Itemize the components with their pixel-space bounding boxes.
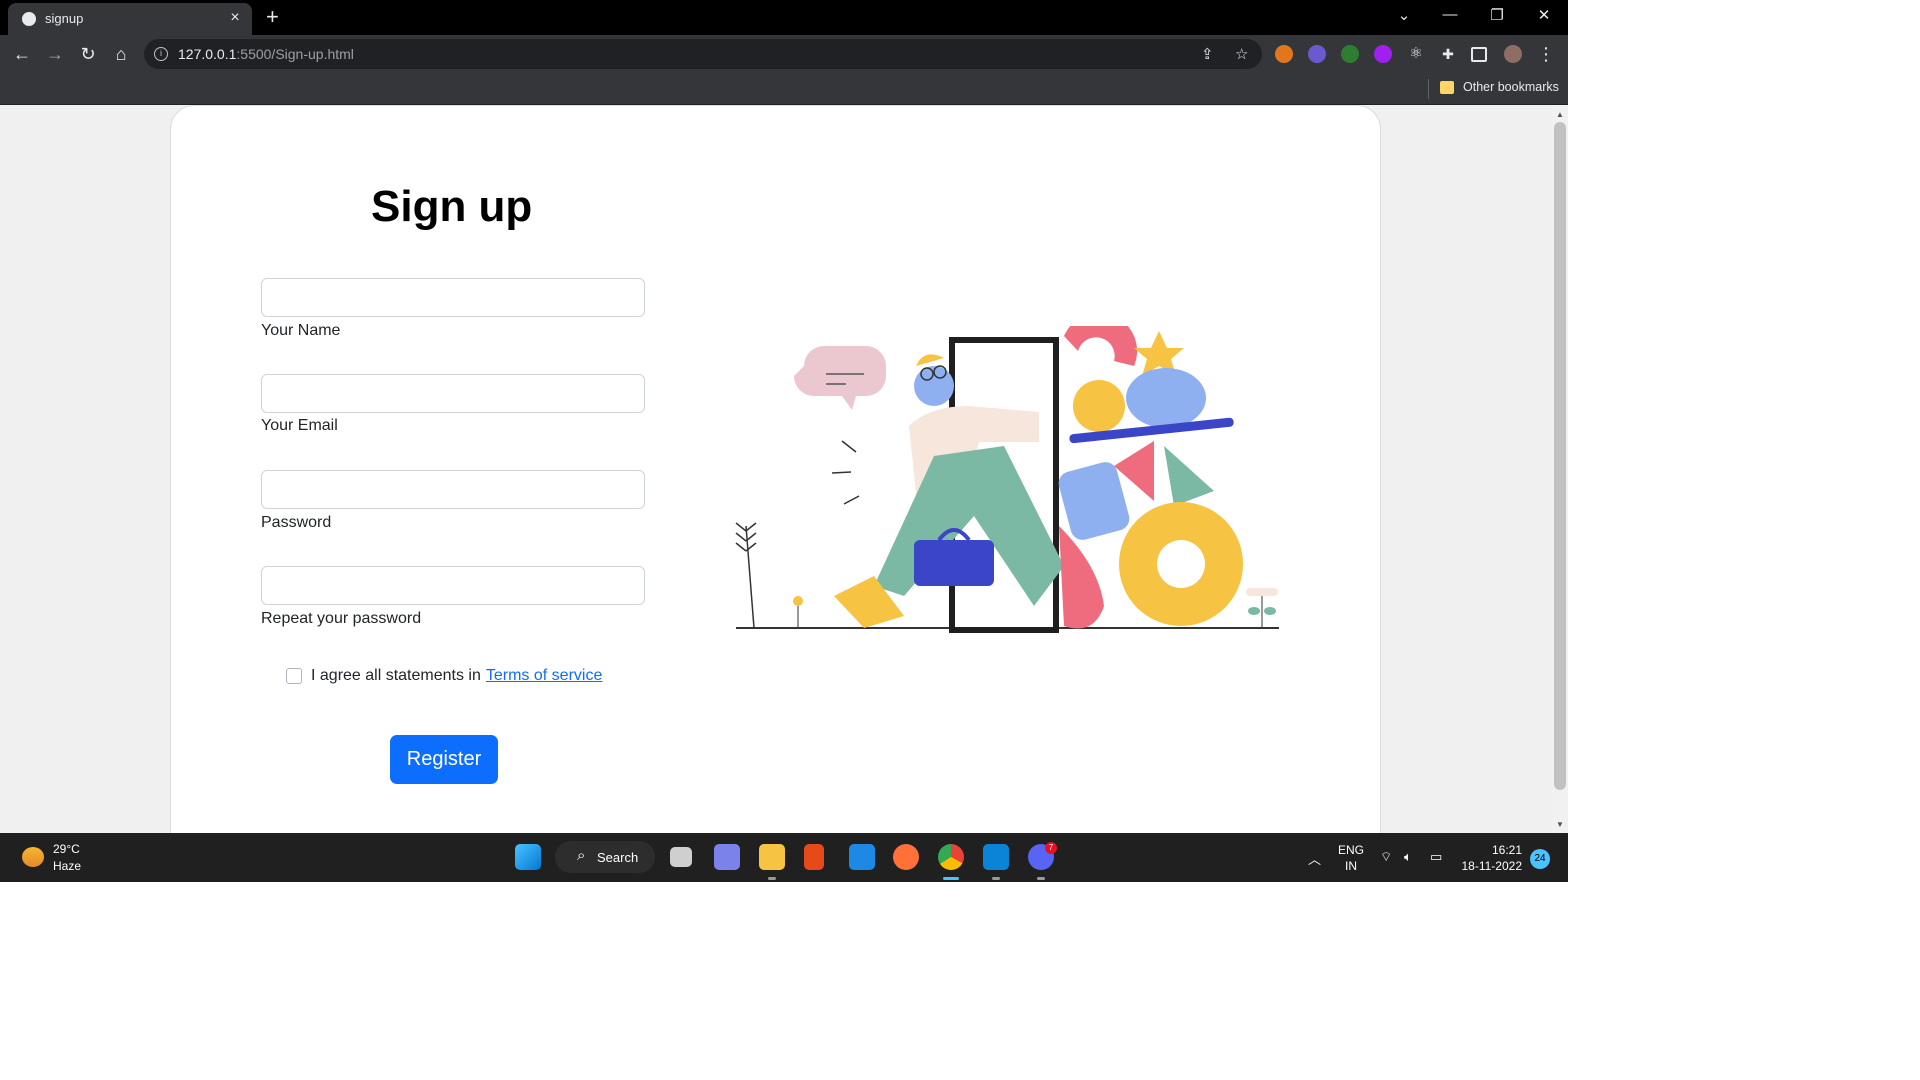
new-tab-button[interactable]: +: [266, 4, 279, 30]
tab-close-icon[interactable]: ×: [226, 9, 244, 27]
running-indicator: [1037, 877, 1045, 880]
active-indicator: [943, 877, 959, 880]
terms-of-service-link[interactable]: Terms of service: [486, 667, 602, 685]
globe-icon: [22, 12, 36, 26]
tab-title: signup: [45, 11, 84, 26]
restore-button[interactable]: ❐: [1485, 6, 1509, 24]
office-icon[interactable]: [804, 844, 824, 870]
color-extension-icon[interactable]: [1374, 45, 1392, 63]
mail-icon[interactable]: [849, 844, 875, 870]
wifi-icon[interactable]: ⌔: [1380, 849, 1392, 865]
browser-tab[interactable]: signup ×: [8, 3, 252, 35]
password-label: Password: [261, 514, 332, 531]
repeat-password-label: Repeat your password: [261, 610, 422, 627]
lang-line2: IN: [1345, 859, 1357, 873]
clock-time: 16:21: [1491, 843, 1522, 857]
name-label: Your Name: [261, 322, 341, 339]
url-text[interactable]: 127.0.0.1:5500/Sign-up.html: [178, 46, 354, 62]
extensions-puzzle-icon[interactable]: ✚: [1439, 45, 1457, 63]
reload-icon[interactable]: ↻: [76, 42, 100, 66]
firefox-icon[interactable]: [893, 844, 919, 870]
bookmarks-divider: [1428, 79, 1429, 99]
react-devtools-icon[interactable]: ⚛: [1407, 45, 1425, 63]
volume-icon[interactable]: 🔈︎: [1404, 849, 1412, 865]
forward-arrow-icon[interactable]: →: [43, 42, 67, 66]
teams-chat-icon[interactable]: [714, 844, 740, 870]
page-viewport: Sign up Your Name Your Email Password Re…: [0, 105, 1552, 833]
weather-haze-icon[interactable]: [22, 847, 44, 867]
email-label: Your Email: [261, 417, 338, 434]
browser-toolbar: ← → ↻ ⌂ i 127.0.0.1:5500/Sign-up.html ⇪ …: [0, 35, 1568, 73]
tab-search-icon[interactable]: ⌄: [1392, 6, 1416, 24]
clock-date: 18-11-2022: [1461, 859, 1523, 873]
terms-checkbox[interactable]: [286, 668, 302, 684]
vscode-icon[interactable]: [983, 844, 1009, 870]
notification-badge[interactable]: 24: [1530, 849, 1550, 869]
discord-badge: 7: [1045, 842, 1057, 854]
other-bookmarks[interactable]: Other bookmarks: [1463, 80, 1559, 94]
name-input[interactable]: [261, 278, 645, 317]
page-title: Sign up: [371, 182, 533, 231]
running-indicator: [768, 877, 776, 880]
metamask-extension-icon[interactable]: [1275, 45, 1293, 63]
search-label: Search: [597, 850, 639, 865]
weather-condition[interactable]: Haze: [53, 859, 81, 873]
scroll-up-arrow-icon[interactable]: ▲: [1555, 110, 1565, 119]
site-info-icon[interactable]: i: [154, 47, 168, 61]
home-icon[interactable]: ⌂: [109, 42, 133, 66]
windows-start-icon[interactable]: [515, 844, 541, 870]
signup-illustration: [735, 326, 1279, 633]
browser-tab-strip: signup × + ⌄ — ❐ ✕: [0, 0, 1568, 35]
windows-taskbar: 29°C Haze ⌕ Search 7 ︿ ENG IN ⌔ 🔈︎ ▭ 16:…: [0, 833, 1568, 882]
show-hidden-icons[interactable]: ︿: [1308, 849, 1321, 868]
folder-icon: [1440, 81, 1454, 94]
profile-avatar[interactable]: [1504, 45, 1522, 63]
side-panel-icon[interactable]: [1471, 47, 1487, 62]
signup-card: Sign up Your Name Your Email Password Re…: [170, 105, 1381, 833]
tree-extension-icon[interactable]: [1341, 45, 1359, 63]
taskbar-search[interactable]: ⌕ Search: [555, 841, 655, 873]
lang-line1: ENG: [1338, 843, 1365, 857]
scrollbar-thumb[interactable]: [1554, 122, 1566, 790]
close-window-button[interactable]: ✕: [1532, 6, 1556, 24]
password-input[interactable]: [261, 470, 645, 509]
register-button[interactable]: Register: [390, 735, 498, 784]
bookmark-star-icon[interactable]: ☆: [1235, 45, 1248, 63]
terms-agreement: I agree all statements in Terms of servi…: [286, 667, 602, 685]
repeat-password-input[interactable]: [261, 566, 645, 605]
running-indicator: [992, 877, 1000, 880]
scroll-down-arrow-icon[interactable]: ▼: [1555, 820, 1565, 829]
agree-text: I agree all statements in: [311, 667, 481, 684]
language-indicator[interactable]: ENG IN: [1338, 842, 1364, 874]
weather-temperature[interactable]: 29°C: [53, 842, 80, 856]
address-bar[interactable]: i 127.0.0.1:5500/Sign-up.html ⇪ ☆: [144, 39, 1262, 69]
minimize-button[interactable]: —: [1438, 6, 1462, 23]
battery-icon[interactable]: ▭: [1430, 849, 1442, 865]
extension-icon[interactable]: [1308, 45, 1326, 63]
chrome-icon[interactable]: [938, 844, 964, 870]
share-icon[interactable]: ⇪: [1201, 45, 1214, 63]
task-view-icon[interactable]: [670, 847, 692, 867]
back-arrow-icon[interactable]: ←: [10, 42, 34, 66]
bookmarks-bar: Other bookmarks: [0, 73, 1568, 105]
email-input[interactable]: [261, 374, 645, 413]
file-explorer-icon[interactable]: [759, 844, 785, 870]
system-clock[interactable]: 16:21 18-11-2022: [1460, 842, 1523, 874]
menu-kebab-icon[interactable]: ⋮: [1534, 42, 1558, 66]
search-icon: ⌕: [577, 847, 586, 864]
